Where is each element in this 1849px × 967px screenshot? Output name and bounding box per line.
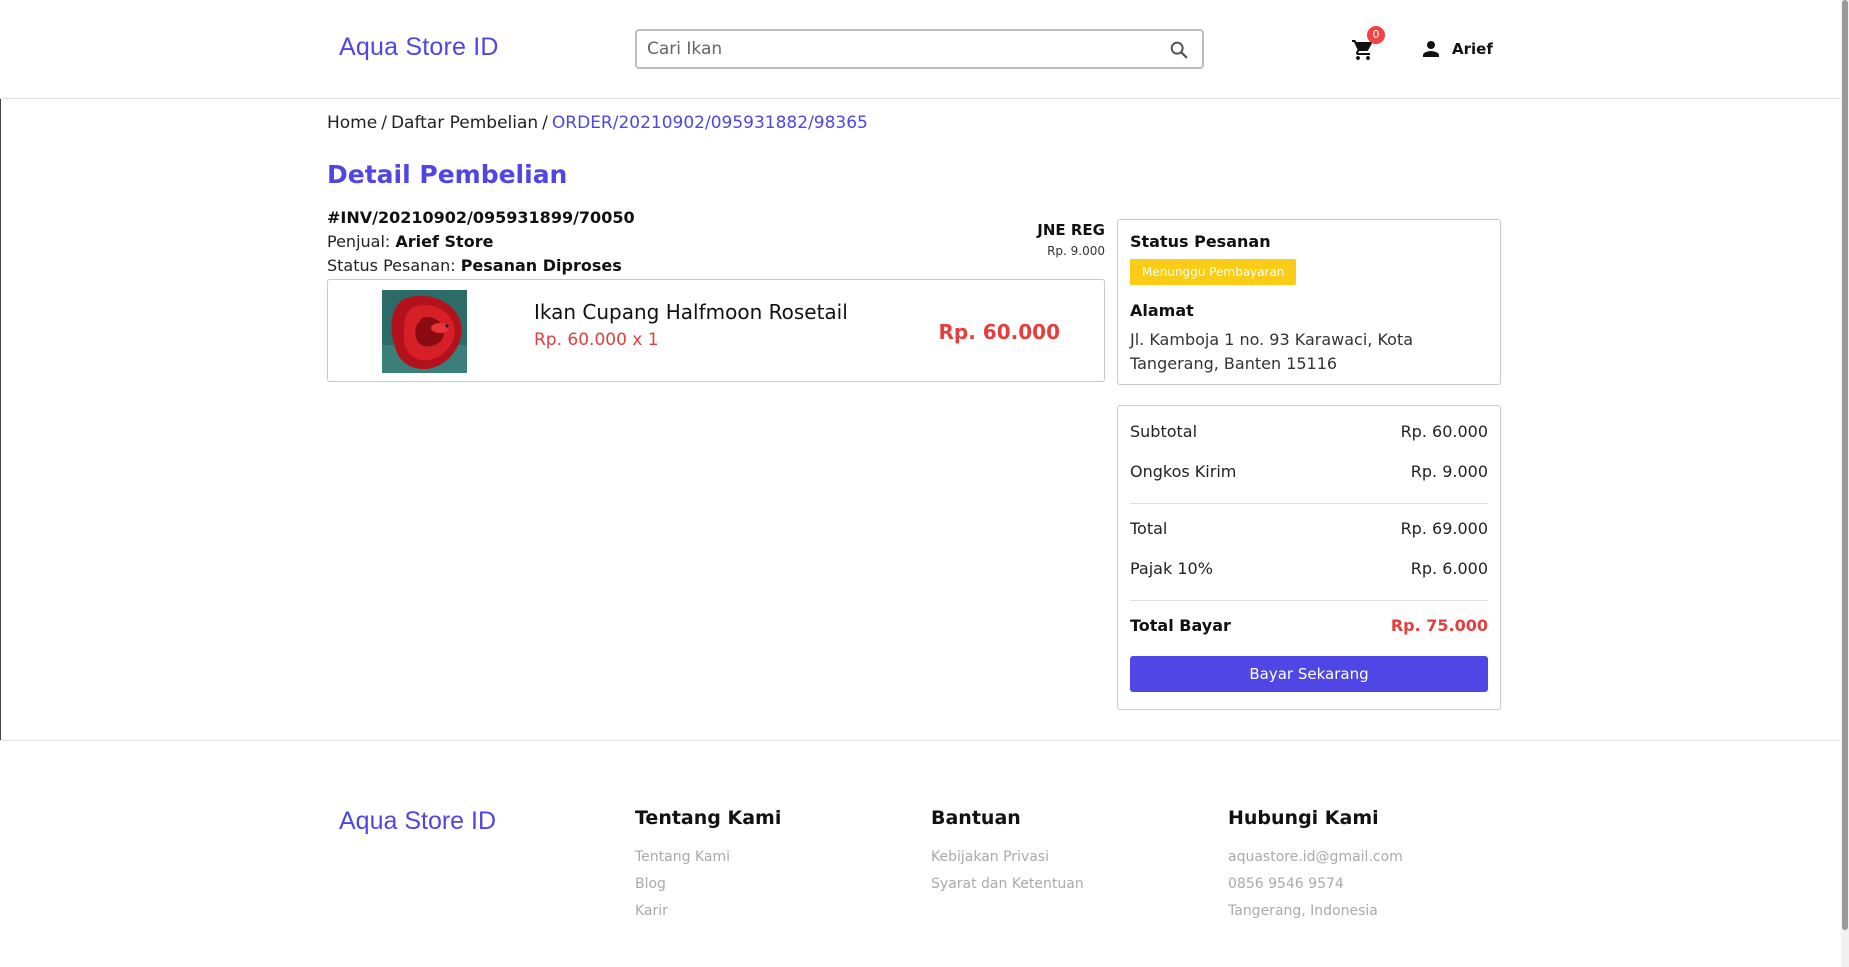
- breadcrumb-current-order: ORDER/20210902/095931882/98365: [551, 113, 868, 133]
- invoice-number: #INV/20210902/095931899/70050: [327, 208, 635, 227]
- seller-name: Arief Store: [395, 232, 494, 251]
- scrollbar-track[interactable]: [1841, 0, 1849, 967]
- shipping-row: Ongkos Kirim Rp. 9.000: [1130, 462, 1488, 481]
- footer-link[interactable]: Blog: [635, 876, 781, 892]
- scrollbar-thumb[interactable]: [1842, 0, 1848, 930]
- footer-contact-phone[interactable]: 0856 9546 9574: [1228, 876, 1403, 892]
- footer-column-contact: Hubungi Kami aquastore.id@gmail.com 0856…: [1228, 807, 1403, 930]
- footer-column-title: Bantuan: [931, 807, 1021, 829]
- breadcrumb-separator: /: [542, 113, 548, 133]
- total-label: Total: [1130, 519, 1168, 538]
- total-value: Rp. 69.000: [1400, 519, 1488, 538]
- search-input[interactable]: [647, 31, 1147, 67]
- footer-contact-location: Tangerang, Indonesia: [1228, 903, 1378, 919]
- status-card: Status Pesanan Menunggu Pembayaran Alama…: [1117, 219, 1501, 385]
- breadcrumb-separator: /: [381, 113, 387, 133]
- user-menu[interactable]: Arief: [1419, 37, 1493, 61]
- search-box: [635, 29, 1204, 69]
- status-badge: Menunggu Pembayaran: [1130, 259, 1297, 285]
- seller-label: Penjual:: [327, 232, 391, 251]
- footer-brand-logo[interactable]: Aqua Store ID: [339, 807, 496, 836]
- breadcrumb-purchase-list[interactable]: Daftar Pembelian: [391, 113, 538, 133]
- tax-value: Rp. 6.000: [1410, 559, 1488, 578]
- subtotal-row: Subtotal Rp. 60.000: [1130, 422, 1488, 441]
- pay-now-button[interactable]: Bayar Sekarang: [1130, 656, 1488, 692]
- tax-label: Pajak 10%: [1130, 559, 1213, 578]
- user-icon: [1423, 41, 1439, 57]
- order-status-label: Status Pesanan:: [327, 256, 456, 275]
- courier-name: JNE REG: [1037, 221, 1105, 239]
- footer-contact-email[interactable]: aquastore.id@gmail.com: [1228, 849, 1403, 865]
- divider: [1130, 600, 1488, 601]
- courier-cost: Rp. 9.000: [1047, 244, 1105, 258]
- breadcrumb: Home / Daftar Pembelian / ORDER/20210902/095…: [327, 113, 868, 133]
- subtotal-value: Rp. 60.000: [1400, 422, 1488, 441]
- order-status-value: Pesanan Diproses: [460, 256, 622, 275]
- address-text: Jl. Kamboja 1 no. 93 Karawaci, Kota Tang…: [1130, 330, 1414, 373]
- footer-column-title: Hubungi Kami: [1228, 807, 1379, 829]
- user-name: Arief: [1452, 40, 1493, 58]
- footer: Aqua Store ID Tentang Kami Tentang Kami …: [0, 740, 1841, 967]
- seller-line: Penjual: Arief Store: [327, 232, 493, 251]
- breadcrumb-home[interactable]: Home: [327, 113, 377, 133]
- grand-total-row: Total Bayar Rp. 75.000: [1130, 616, 1488, 635]
- status-heading: Status Pesanan: [1130, 232, 1271, 251]
- shipping-value: Rp. 9.000: [1410, 462, 1488, 481]
- order-status-line: Status Pesanan: Pesanan Diproses: [327, 256, 622, 275]
- footer-column-about: Tentang Kami Tentang Kami Blog Karir: [635, 807, 781, 930]
- footer-link[interactable]: Karir: [635, 903, 781, 919]
- product-name[interactable]: Ikan Cupang Halfmoon Rosetail: [534, 300, 848, 324]
- courier-info: JNE REG Rp. 9.000: [1037, 221, 1105, 258]
- total-row: Total Rp. 69.000: [1130, 519, 1488, 538]
- footer-link[interactable]: Tentang Kami: [635, 849, 781, 865]
- footer-column-help: Bantuan Kebijakan Privasi Syarat dan Ket…: [931, 807, 1084, 903]
- product-card: Ikan Cupang Halfmoon Rosetail Rp. 60.000…: [327, 279, 1105, 382]
- product-total: Rp. 60.000: [938, 320, 1060, 344]
- subtotal-label: Subtotal: [1130, 422, 1198, 441]
- grand-total-label: Total Bayar: [1130, 616, 1231, 635]
- top-navbar: Aqua Store ID 0 Arief: [0, 0, 1841, 99]
- footer-link[interactable]: Syarat dan Ketentuan: [931, 876, 1084, 892]
- address-heading: Alamat: [1130, 301, 1194, 320]
- payment-summary-card: Subtotal Rp. 60.000 Ongkos Kirim Rp. 9.0…: [1117, 405, 1501, 710]
- brand-logo[interactable]: Aqua Store ID: [339, 33, 499, 62]
- shipping-label: Ongkos Kirim: [1130, 462, 1237, 481]
- tax-row: Pajak 10% Rp. 6.000: [1130, 559, 1488, 578]
- product-price-qty: Rp. 60.000 x 1: [534, 330, 659, 350]
- search-icon[interactable]: [1168, 39, 1190, 61]
- footer-column-title: Tentang Kami: [635, 807, 782, 829]
- cart-count-badge: 0: [1367, 26, 1385, 44]
- footer-link[interactable]: Kebijakan Privasi: [931, 849, 1084, 865]
- grand-total-value: Rp. 75.000: [1390, 616, 1488, 635]
- divider: [1130, 503, 1488, 504]
- page-title: Detail Pembelian: [327, 160, 568, 189]
- betta-fish-image: [382, 290, 467, 373]
